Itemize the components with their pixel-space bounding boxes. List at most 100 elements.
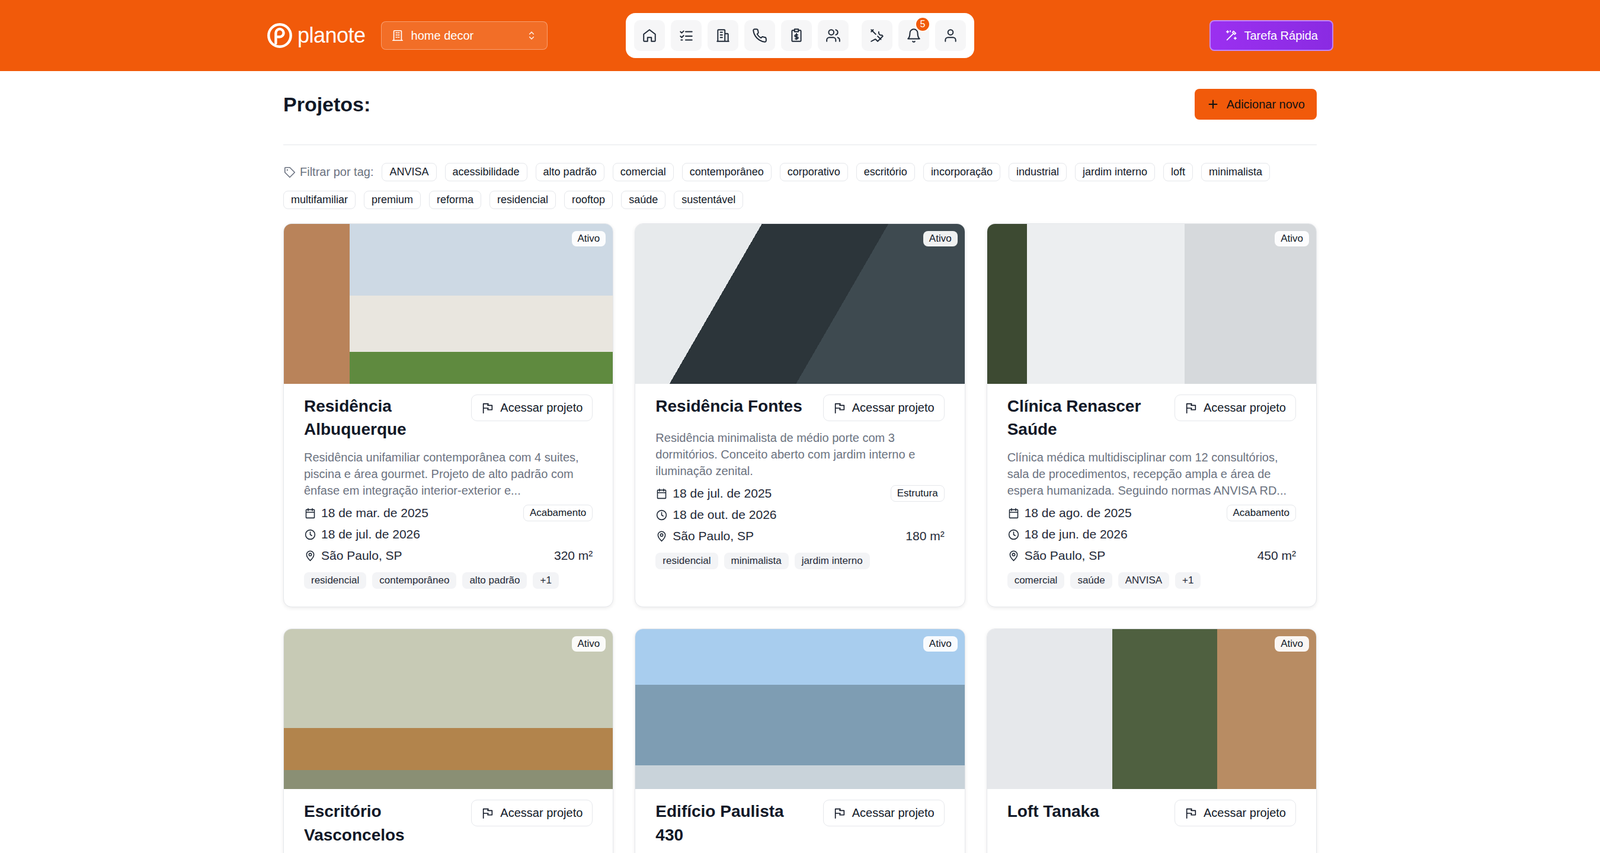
calendar-icon	[1007, 507, 1020, 520]
flag-icon	[1184, 401, 1198, 415]
open-project-button[interactable]: Acessar projeto	[471, 394, 593, 422]
status-badge: Ativo	[571, 636, 607, 652]
workspace-select[interactable]: home decor	[381, 21, 548, 50]
status-badge: Ativo	[1274, 231, 1310, 247]
status-badge: Ativo	[571, 231, 607, 247]
filter-tag[interactable]: industrial	[1008, 162, 1067, 182]
project-tag: saúde	[1070, 572, 1112, 590]
project-title: Edifício Paulista 430	[655, 800, 816, 847]
quick-task-button[interactable]: Tarefa Rápida	[1209, 20, 1334, 51]
project-tag: alto padrão	[462, 572, 527, 590]
more-tags[interactable]: +1	[1175, 572, 1201, 590]
filter-tag[interactable]: contemporâneo	[682, 162, 772, 182]
end-date: 18 de out. de 2026	[655, 507, 777, 523]
filter-tag[interactable]: alto padrão	[535, 162, 605, 182]
location: São Paulo, SP	[304, 548, 403, 563]
filter-tag[interactable]: acessibilidade	[445, 162, 528, 182]
filter-tag[interactable]: multifamiliar	[283, 190, 356, 210]
phase-badge: Estrutura	[890, 485, 945, 502]
user-icon	[942, 27, 959, 44]
chevron-up-down-icon	[525, 29, 538, 42]
filter-tag[interactable]: sustentável	[673, 190, 744, 210]
nav-button[interactable]	[634, 20, 665, 51]
project-title: Residência Albuquerque	[304, 394, 464, 441]
project-title: Escritório Vasconcelos	[304, 800, 464, 847]
project-title: Loft Tanaka	[1007, 800, 1100, 824]
filter-tag[interactable]: residencial	[489, 190, 556, 210]
home-icon	[641, 27, 658, 44]
nav-button[interactable]	[744, 20, 776, 51]
status-badge: Ativo	[923, 636, 958, 652]
area: 320 m²	[554, 548, 593, 563]
tasks-icon	[678, 27, 694, 44]
tag-icon	[283, 165, 297, 179]
project-tag: residencial	[655, 552, 718, 570]
clock-icon	[1007, 528, 1020, 542]
flag-icon	[833, 401, 847, 415]
start-date: 18 de mar. de 2025	[304, 506, 429, 521]
map-pin-icon	[304, 549, 317, 563]
project-tag: residencial	[304, 572, 367, 590]
project-tag: comercial	[1007, 572, 1065, 590]
divider	[283, 144, 1317, 146]
project-description: Clínica médica multidisciplinar com 12 c…	[1007, 449, 1296, 499]
open-project-button[interactable]: Acessar projeto	[823, 800, 945, 827]
filter-tag[interactable]: ANVISA	[381, 162, 437, 182]
filter-tag[interactable]: premium	[363, 190, 421, 210]
filter-tag[interactable]: escritório	[856, 162, 915, 182]
add-new-button[interactable]: Adicionar novo	[1194, 88, 1317, 120]
nav-button[interactable]	[935, 20, 966, 51]
flag-icon	[1184, 807, 1198, 821]
open-project-button[interactable]: Acessar projeto	[471, 800, 593, 827]
filter-tag[interactable]: reforma	[429, 190, 482, 210]
users-icon	[825, 27, 841, 44]
location: São Paulo, SP	[655, 529, 754, 544]
filter-tag[interactable]: loft	[1163, 162, 1193, 182]
nav-button[interactable]	[861, 20, 893, 51]
nav-button[interactable]	[817, 20, 849, 51]
project-photo: Ativo	[987, 629, 1317, 790]
project-tag: jardim interno	[794, 552, 870, 570]
filter-tag[interactable]: jardim interno	[1074, 162, 1155, 182]
clock-icon	[304, 528, 317, 542]
area: 450 m²	[1257, 548, 1296, 563]
end-date: 18 de jun. de 2026	[1007, 527, 1128, 542]
open-project-button[interactable]: Acessar projeto	[823, 394, 945, 422]
project-title: Residência Fontes	[655, 394, 802, 418]
projects-page: Projetos:Adicionar novo Filtrar por tag:…	[283, 71, 1317, 853]
project-photo: Ativo	[283, 629, 613, 790]
open-project-button[interactable]: Acessar projeto	[1174, 800, 1296, 827]
project-grid: AtivoResidência AlbuquerqueAcessar proje…	[283, 223, 1317, 853]
nav-button[interactable]	[670, 20, 702, 51]
filter-tag[interactable]: saúde	[621, 190, 666, 210]
filter-tag[interactable]: comercial	[612, 162, 674, 182]
nav-button[interactable]: 5	[898, 20, 930, 51]
status-badge: Ativo	[1274, 636, 1310, 652]
filter-tag[interactable]: rooftop	[564, 190, 613, 210]
clock-icon	[655, 509, 668, 522]
more-tags[interactable]: +1	[532, 572, 559, 590]
project-card: Ativo Loft Tanaka Acessar projeto	[986, 628, 1317, 853]
building-icon	[715, 27, 731, 44]
project-description: Residência unifamiliar contemporânea com…	[304, 449, 593, 499]
map-pin-icon	[1007, 549, 1020, 563]
nav-button[interactable]	[707, 20, 739, 51]
tools-icon	[869, 27, 885, 44]
open-project-button[interactable]: Acessar projeto	[1174, 394, 1296, 422]
project-photo: Ativo	[987, 224, 1317, 384]
filter-label: Filtrar por tag:	[283, 165, 374, 179]
main-nav: 5	[625, 13, 975, 59]
project-card: Ativo Edifício Paulista 430 Acessar projet…	[634, 628, 965, 853]
project-photo: Ativo	[635, 224, 965, 384]
filter-tag[interactable]: corporativo	[779, 162, 848, 182]
project-title: Clínica Renascer Saúde	[1007, 394, 1168, 441]
project-tag: contemporâneo	[372, 572, 457, 590]
filter-tag[interactable]: incorporação	[923, 162, 1001, 182]
flag-icon	[833, 807, 847, 821]
nav-button[interactable]	[781, 20, 812, 51]
filter-tag[interactable]: minimalista	[1201, 162, 1270, 182]
flag-icon	[481, 807, 495, 821]
status-badge: Ativo	[923, 231, 958, 247]
logo[interactable]: planote	[266, 22, 366, 49]
start-date: 18 de jul. de 2025	[655, 486, 772, 501]
